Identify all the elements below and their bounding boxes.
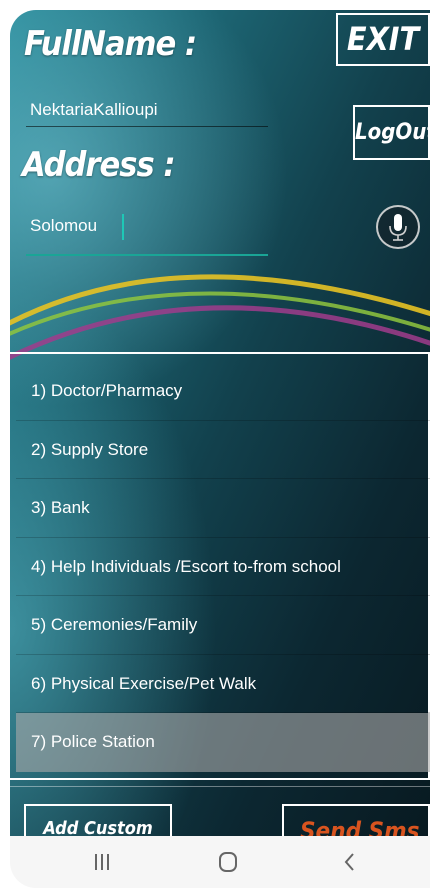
address-input[interactable]: Solomou	[30, 216, 97, 236]
reasons-list: 1) Doctor/Pharmacy 2) Supply Store 3) Ba…	[16, 362, 430, 772]
reason-item-bank[interactable]: 3) Bank	[16, 479, 430, 538]
phone-frame: FullName : NektariaKallioupi EXIT LogOut…	[10, 10, 430, 888]
text-cursor	[122, 214, 124, 240]
reason-item-ceremonies-family[interactable]: 5) Ceremonies/Family	[16, 596, 430, 655]
fullname-input[interactable]: NektariaKallioupi	[30, 100, 158, 120]
exit-button[interactable]: EXIT	[336, 13, 430, 66]
add-custom-button[interactable]: Add Custom	[24, 804, 172, 836]
back-button[interactable]	[310, 836, 390, 888]
reason-item-help-individuals[interactable]: 4) Help Individuals /Escort to-from scho…	[16, 538, 430, 596]
fullname-underline	[26, 126, 268, 127]
system-nav-bar	[10, 836, 430, 888]
recent-apps-icon	[95, 854, 109, 870]
app-screen: FullName : NektariaKallioupi EXIT LogOut…	[10, 10, 430, 836]
microphone-button[interactable]	[376, 205, 420, 249]
bottom-divider	[10, 786, 430, 787]
address-label: Address :	[22, 145, 176, 185]
reason-item-doctor-pharmacy[interactable]: 1) Doctor/Pharmacy	[16, 362, 430, 421]
recent-apps-button[interactable]	[62, 836, 142, 888]
microphone-icon	[389, 214, 407, 241]
back-icon	[344, 853, 354, 871]
fullname-label: FullName :	[24, 24, 197, 64]
logout-button[interactable]: LogOut	[353, 105, 430, 160]
reason-item-police-station[interactable]: 7) Police Station	[16, 713, 430, 772]
send-sms-button[interactable]: Send Sms	[282, 804, 430, 836]
reason-item-physical-exercise[interactable]: 6) Physical Exercise/Pet Walk	[16, 655, 430, 713]
home-button[interactable]	[188, 836, 268, 888]
reason-item-supply-store[interactable]: 2) Supply Store	[16, 421, 430, 479]
home-icon	[219, 852, 237, 872]
